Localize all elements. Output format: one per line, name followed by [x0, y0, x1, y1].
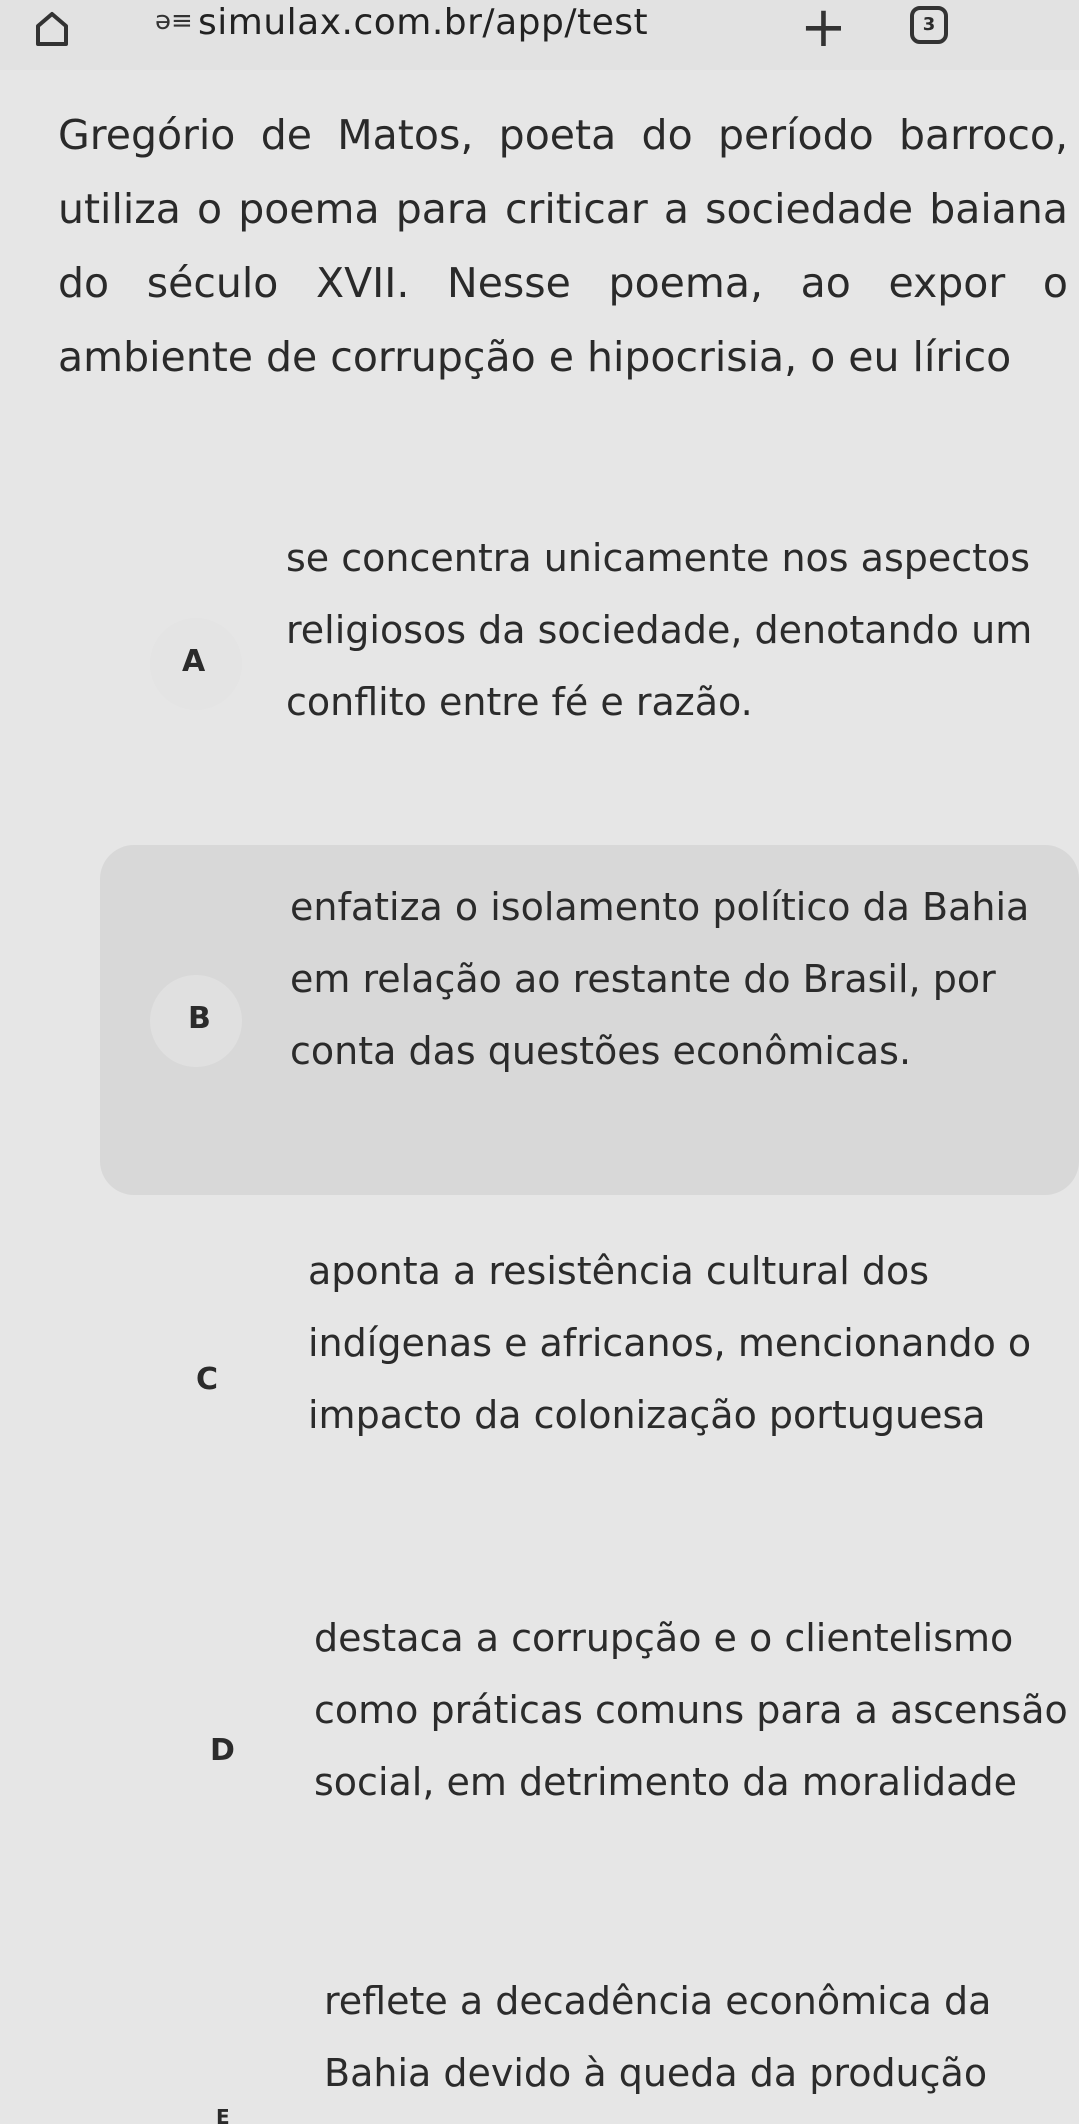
option-c-letter: C — [196, 1362, 219, 1397]
question-text: Gregório de Matos, poeta do período barr… — [58, 111, 1068, 381]
option-e[interactable]: E reflete a decadência econômica da Bahi… — [100, 1965, 1079, 2124]
tabs-count-button[interactable]: 3 — [910, 6, 948, 44]
option-a-text: se concentra unicamente nos aspectos rel… — [286, 536, 1033, 724]
option-a-letter: A — [182, 644, 206, 679]
option-c-text: aponta a resistência cultural dos indíge… — [308, 1249, 1032, 1437]
option-b[interactable]: B enfatiza o isolamento político da Bahi… — [100, 845, 1079, 1195]
address-bar[interactable]: simulax.com.br/app/test — [198, 2, 648, 43]
option-e-text: reflete a decadência econômica da Bahia … — [324, 1979, 992, 2095]
site-info-icon[interactable]: ǝ≡ — [155, 6, 193, 36]
browser-toolbar: ǝ≡ simulax.com.br/app/test + 3 — [0, 0, 1079, 70]
option-b-letter: B — [188, 1001, 211, 1036]
option-d[interactable]: D destaca a corrupção e o clientelismo c… — [100, 1590, 1079, 1900]
home-icon[interactable] — [30, 6, 74, 50]
option-a[interactable]: A se concentra unicamente nos aspectos r… — [100, 510, 1079, 820]
option-b-text: enfatiza o isolamento político da Bahia … — [290, 885, 1030, 1073]
new-tab-icon[interactable]: + — [800, 0, 847, 56]
option-d-letter: D — [210, 1733, 235, 1768]
option-d-text: destaca a corrupção e o clientelismo com… — [314, 1616, 1068, 1804]
option-c[interactable]: C aponta a resistência cultural dos indí… — [100, 1235, 1079, 1535]
option-e-letter: E — [216, 2105, 230, 2124]
